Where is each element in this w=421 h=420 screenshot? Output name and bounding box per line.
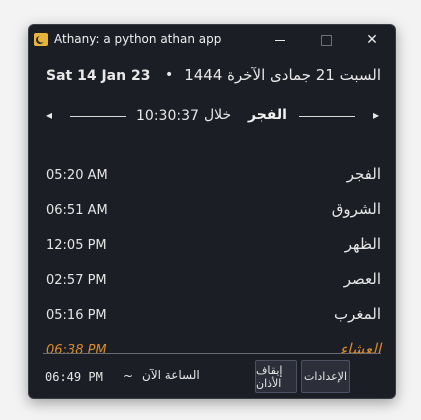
prayer-time: 12:05 PM: [46, 238, 107, 253]
gregorian-date: Sat 14 Jan 23: [46, 68, 151, 84]
prayer-row-sunrise: 06:51 AM الشروق: [29, 200, 395, 224]
prayer-time: 05:16 PM: [46, 308, 107, 323]
close-icon: ✕: [366, 32, 378, 48]
divider-line: [70, 116, 126, 117]
minimize-button[interactable]: [257, 25, 303, 55]
current-time-label: الساعة الآن: [142, 368, 200, 382]
prayer-row-fajr: 05:20 AM الفجر: [29, 165, 395, 189]
date-separator: •: [165, 67, 174, 83]
current-time: 06:49 PM: [45, 370, 103, 384]
prayer-time: 06:51 AM: [46, 203, 108, 218]
tilde-separator: ~: [123, 369, 134, 383]
crescent-icon: [34, 33, 48, 46]
prayer-name: الشروق: [331, 200, 381, 218]
next-arrow-icon[interactable]: ▸: [373, 108, 379, 122]
prayer-row-dhuhr: 12:05 PM الظهر: [29, 235, 395, 259]
during-label: خلال: [204, 107, 232, 123]
prayer-name: العشاء: [340, 340, 381, 358]
divider-line: [299, 116, 355, 117]
prayer-time: 06:38 PM: [46, 343, 107, 358]
prayer-time: 02:57 PM: [46, 273, 107, 288]
maximize-button[interactable]: [303, 25, 349, 55]
close-button[interactable]: ✕: [349, 25, 395, 55]
prayer-time: 05:20 AM: [46, 168, 108, 183]
prayer-name: العصر: [343, 270, 381, 288]
prayer-name: المغرب: [333, 305, 381, 323]
hijri-date: السبت 21 جمادى الآخرة 1444: [184, 66, 381, 84]
prayer-row-asr: 02:57 PM العصر: [29, 270, 395, 294]
date-row: Sat 14 Jan 23 • السبت 21 جمادى الآخرة 14…: [29, 65, 395, 89]
prayer-name: الفجر: [346, 165, 381, 183]
countdown-timer: 10:30:37: [136, 108, 199, 124]
prayer-name: الظهر: [344, 235, 381, 253]
next-prayer-name: الفجر: [248, 107, 287, 123]
settings-button[interactable]: الإعدادات: [301, 360, 350, 393]
app-window: Athany: a python athan app ✕ Sat 14 Jan …: [28, 24, 396, 399]
window-title: Athany: a python athan app: [54, 32, 222, 46]
prev-arrow-icon[interactable]: ◂: [46, 108, 52, 122]
prayer-row-maghrib: 05:16 PM المغرب: [29, 305, 395, 329]
maximize-icon: [320, 34, 332, 46]
minimize-icon: [275, 39, 285, 41]
footer-divider: [43, 353, 381, 354]
title-bar[interactable]: Athany: a python athan app ✕: [29, 25, 395, 55]
stop-athan-button[interactable]: إيقاف الأذان: [255, 360, 297, 393]
next-prayer-row: ◂ 10:30:37 خلال الفجر ▸: [29, 107, 395, 127]
